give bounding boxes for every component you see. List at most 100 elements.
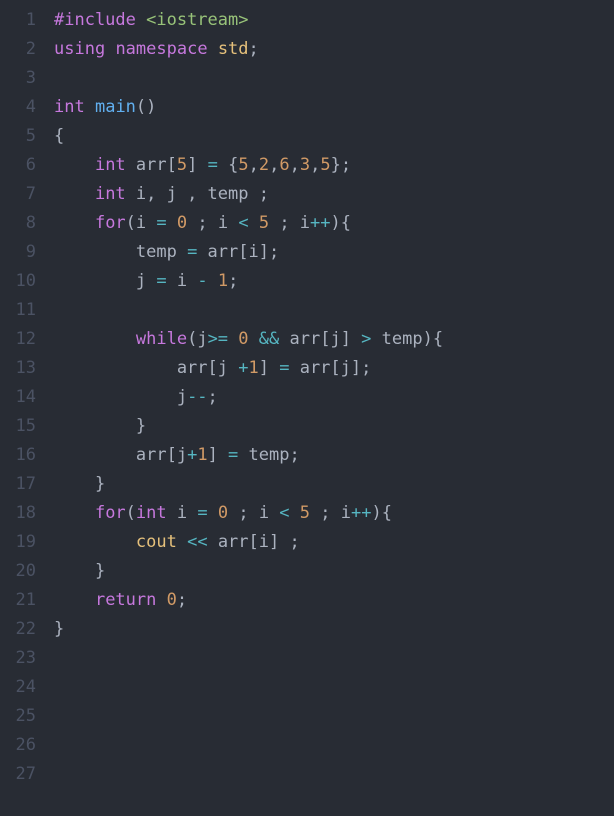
code-line[interactable] (54, 702, 614, 731)
code-line[interactable]: } (54, 412, 614, 441)
token: 5 (238, 155, 248, 175)
token: ; i (269, 213, 310, 233)
token: 0 (238, 329, 248, 349)
token (208, 271, 218, 291)
token: arr[j]; (289, 358, 371, 378)
token (54, 213, 95, 233)
token: ; (228, 271, 238, 291)
token: (i (126, 213, 157, 233)
line-number: 9 (0, 238, 36, 267)
token: 2 (259, 155, 269, 175)
code-line[interactable]: using namespace std; (54, 35, 614, 64)
token: main (95, 97, 136, 117)
code-line[interactable] (54, 760, 614, 789)
token (208, 503, 218, 523)
token: temp; (238, 445, 299, 465)
line-number: 15 (0, 412, 36, 441)
token: ++ (310, 213, 330, 233)
line-number: 7 (0, 180, 36, 209)
code-area[interactable]: #include <iostream> using namespace std ; … (54, 6, 614, 816)
token: arr[i]; (197, 242, 279, 262)
token: 5 (259, 213, 269, 233)
code-line[interactable]: for(i = 0 ; i < 5 ; i++){ (54, 209, 614, 238)
token: 5 (300, 503, 310, 523)
token: arr[i] ; (208, 532, 300, 552)
token: = (187, 242, 197, 262)
line-number: 3 (0, 64, 36, 93)
token: 0 (167, 590, 177, 610)
token (249, 213, 259, 233)
code-line[interactable]: cout << arr[i] ; (54, 528, 614, 557)
token: 0 (218, 503, 228, 523)
token: namespace (115, 39, 207, 59)
code-line[interactable] (54, 673, 614, 702)
token: + (187, 445, 197, 465)
code-line[interactable] (54, 644, 614, 673)
line-number: 4 (0, 93, 36, 122)
token: using (54, 39, 105, 59)
code-line[interactable]: j = i - 1; (54, 267, 614, 296)
token: 1 (248, 358, 258, 378)
token: arr[j] (279, 329, 361, 349)
token: (j (187, 329, 207, 349)
token: ( (126, 503, 136, 523)
code-line[interactable]: arr[j+1] = temp; (54, 441, 614, 470)
token: int (136, 503, 167, 523)
token: } (54, 474, 105, 494)
token: 5 (320, 155, 330, 175)
line-number: 13 (0, 354, 36, 383)
token: -- (187, 387, 207, 407)
token: while (136, 329, 187, 349)
token (54, 532, 136, 552)
line-number: 17 (0, 470, 36, 499)
code-line[interactable] (54, 731, 614, 760)
token: ){ (331, 213, 351, 233)
token: && (259, 329, 279, 349)
token: j (54, 387, 187, 407)
line-number: 24 (0, 673, 36, 702)
code-line[interactable]: temp = arr[i]; (54, 238, 614, 267)
token (54, 184, 95, 204)
code-line[interactable]: for(int i = 0 ; i < 5 ; i++){ (54, 499, 614, 528)
code-line[interactable]: } (54, 615, 614, 644)
code-line[interactable]: return 0; (54, 586, 614, 615)
token: ] (208, 445, 228, 465)
token: ; i (310, 503, 351, 523)
token (167, 213, 177, 233)
code-line[interactable]: int i, j , temp ; (54, 180, 614, 209)
token: << (187, 532, 207, 552)
token: ] (187, 155, 207, 175)
code-line[interactable]: { (54, 122, 614, 151)
token (249, 329, 259, 349)
token: } (54, 561, 105, 581)
token: std (218, 39, 249, 59)
code-line[interactable] (54, 64, 614, 93)
code-line[interactable]: j--; (54, 383, 614, 412)
code-line[interactable]: #include <iostream> (54, 6, 614, 35)
code-line[interactable]: } (54, 557, 614, 586)
line-number: 6 (0, 151, 36, 180)
token (228, 329, 238, 349)
token: , (269, 155, 279, 175)
code-line[interactable]: arr[j +1] = arr[j]; (54, 354, 614, 383)
code-line[interactable]: int arr[5] = {5,2,6,3,5}; (54, 151, 614, 180)
token (208, 39, 218, 59)
token: ++ (351, 503, 371, 523)
line-number: 12 (0, 325, 36, 354)
code-line[interactable]: while(j>= 0 && arr[j] > temp){ (54, 325, 614, 354)
token: ] (259, 358, 279, 378)
token: arr[ (126, 155, 177, 175)
token (54, 590, 95, 610)
token (177, 532, 187, 552)
code-line[interactable] (54, 296, 614, 325)
token: for (95, 503, 126, 523)
code-line[interactable]: int main() (54, 93, 614, 122)
line-number: 23 (0, 644, 36, 673)
code-line[interactable]: } (54, 470, 614, 499)
code-editor[interactable]: 1234567891011121314151617181920212223242… (0, 6, 614, 816)
line-number: 11 (0, 296, 36, 325)
token: i (167, 271, 198, 291)
line-number: 16 (0, 441, 36, 470)
line-number: 18 (0, 499, 36, 528)
line-number: 19 (0, 528, 36, 557)
